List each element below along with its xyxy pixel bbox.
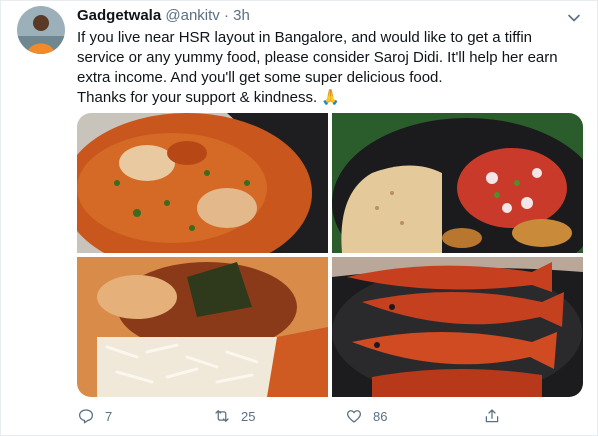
- separator-dot: ·: [219, 7, 234, 24]
- chevron-down-icon[interactable]: [566, 10, 582, 26]
- share-icon: [485, 409, 499, 423]
- food-photo-fish-curry-rice[interactable]: [77, 257, 328, 397]
- media-grid: [77, 113, 583, 397]
- retweet-icon: [215, 410, 229, 422]
- tweet-time[interactable]: 3h: [233, 7, 250, 24]
- share-button[interactable]: [483, 401, 511, 431]
- like-button[interactable]: 86: [345, 401, 387, 431]
- avatar[interactable]: [17, 6, 65, 54]
- reply-icon: [78, 409, 94, 424]
- tweet-text: If you live near HSR layout in Bangalore…: [77, 28, 582, 108]
- food-photo-curry[interactable]: [77, 113, 328, 253]
- tweet-text-line: Thanks for your support & kindness. 🙏: [77, 89, 340, 106]
- food-photo-roti-salad[interactable]: [332, 113, 583, 253]
- like-count: 86: [373, 408, 388, 424]
- tweet-text-line: extra income. And you'll get some super …: [77, 69, 443, 86]
- tweet-text-line: service or any yummy food, please consid…: [77, 49, 558, 66]
- retweet-count: 25: [241, 408, 256, 424]
- reply-button[interactable]: 7: [77, 401, 112, 431]
- tweet-text-line: If you live near HSR layout in Bangalore…: [77, 29, 532, 46]
- heart-icon: [346, 410, 362, 423]
- retweet-button[interactable]: 25: [213, 401, 255, 431]
- reply-count: 7: [105, 408, 113, 424]
- author-handle[interactable]: @ankitv: [165, 7, 219, 24]
- avatar-image: [17, 6, 65, 54]
- tweet-header: Gadgetwala @ankitv · 3h: [77, 6, 250, 26]
- food-photo-fried-fish[interactable]: [332, 257, 583, 397]
- author-name[interactable]: Gadgetwala: [77, 7, 161, 24]
